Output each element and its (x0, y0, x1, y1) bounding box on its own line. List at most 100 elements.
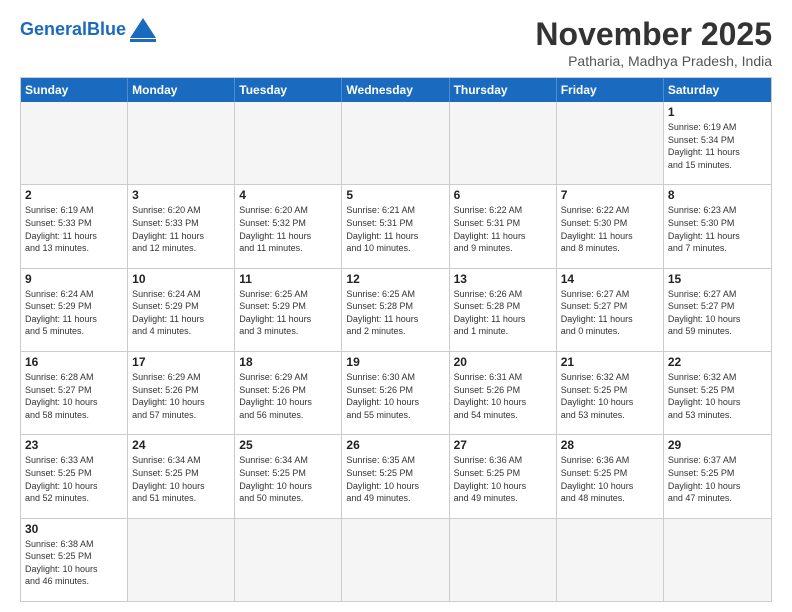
calendar-body: 1 Sunrise: 6:19 AM Sunset: 5:34 PM Daylig… (21, 102, 771, 601)
day-friday: Friday (557, 78, 664, 102)
date-number: 21 (561, 355, 659, 369)
calendar-cell: 10Sunrise: 6:24 AM Sunset: 5:29 PM Dayli… (128, 269, 235, 351)
date-number: 19 (346, 355, 444, 369)
day-sunday: Sunday (21, 78, 128, 102)
sun-info: Sunrise: 6:28 AM Sunset: 5:27 PM Dayligh… (25, 371, 123, 421)
calendar-cell: 12 Sunrise: 6:25 AM Sunset: 5:28 PM Dayli… (342, 269, 449, 351)
calendar-cell: 7 Sunrise: 6:22 AM Sunset: 5:30 PM Daylig… (557, 185, 664, 267)
calendar-cell: 17 Sunrise: 6:29 AM Sunset: 5:26 PM Dayli… (128, 352, 235, 434)
sun-info: Sunrise: 6:34 AM Sunset: 5:25 PM Dayligh… (239, 454, 337, 504)
sun-info: Sunrise: 6:34 AM Sunset: 5:25 PM Dayligh… (132, 454, 230, 504)
logo: GeneralBlue (20, 16, 158, 42)
calendar-cell: 30 Sunrise: 6:38 AM Sunset: 5:25 PM Dayli… (21, 519, 128, 601)
date-number: 12 (346, 272, 444, 286)
calendar-cell: 29Sunrise: 6:37 AM Sunset: 5:25 PM Dayli… (664, 435, 771, 517)
calendar-cell (664, 519, 771, 601)
logo-icon (128, 14, 158, 42)
title-section: November 2025 Patharia, Madhya Pradesh, … (535, 16, 772, 69)
sun-info: Sunrise: 6:22 AM Sunset: 5:30 PM Dayligh… (561, 204, 659, 254)
sun-info: Sunrise: 6:20 AM Sunset: 5:33 PM Dayligh… (132, 204, 230, 254)
date-number: 29 (668, 438, 767, 452)
calendar-cell (450, 102, 557, 184)
calendar-cell: 28 Sunrise: 6:36 AM Sunset: 5:25 PM Dayli… (557, 435, 664, 517)
date-number: 2 (25, 188, 123, 202)
calendar-row-5: 30 Sunrise: 6:38 AM Sunset: 5:25 PM Dayli… (21, 519, 771, 601)
date-number: 11 (239, 272, 337, 286)
calendar-cell: 27Sunrise: 6:36 AM Sunset: 5:25 PM Dayli… (450, 435, 557, 517)
date-number: 13 (454, 272, 552, 286)
date-number: 8 (668, 188, 767, 202)
calendar-cell: 11 Sunrise: 6:25 AM Sunset: 5:29 PM Dayli… (235, 269, 342, 351)
calendar: Sunday Monday Tuesday Wednesday Thursday… (20, 77, 772, 602)
calendar-cell: 21 Sunrise: 6:32 AM Sunset: 5:25 PM Dayli… (557, 352, 664, 434)
logo-text: GeneralBlue (20, 19, 126, 40)
date-number: 22 (668, 355, 767, 369)
sun-info: Sunrise: 6:23 AM Sunset: 5:30 PM Dayligh… (668, 204, 767, 254)
calendar-cell: 14Sunrise: 6:27 AM Sunset: 5:27 PM Dayli… (557, 269, 664, 351)
date-number: 5 (346, 188, 444, 202)
date-number: 23 (25, 438, 123, 452)
calendar-cell: 18 Sunrise: 6:29 AM Sunset: 5:26 PM Dayli… (235, 352, 342, 434)
calendar-cell (557, 519, 664, 601)
calendar-row-2: 9 Sunrise: 6:24 AM Sunset: 5:29 PM Daylig… (21, 269, 771, 352)
sun-info: Sunrise: 6:24 AM Sunset: 5:29 PM Dayligh… (25, 288, 123, 338)
calendar-cell: 23 Sunrise: 6:33 AM Sunset: 5:25 PM Dayli… (21, 435, 128, 517)
sun-info: Sunrise: 6:31 AM Sunset: 5:26 PM Dayligh… (454, 371, 552, 421)
date-number: 16 (25, 355, 123, 369)
calendar-cell: 25 Sunrise: 6:34 AM Sunset: 5:25 PM Dayli… (235, 435, 342, 517)
sun-info: Sunrise: 6:36 AM Sunset: 5:25 PM Dayligh… (561, 454, 659, 504)
sun-info: Sunrise: 6:32 AM Sunset: 5:25 PM Dayligh… (561, 371, 659, 421)
sun-info: Sunrise: 6:26 AM Sunset: 5:28 PM Dayligh… (454, 288, 552, 338)
date-number: 25 (239, 438, 337, 452)
sun-info: Sunrise: 6:19 AM Sunset: 5:33 PM Dayligh… (25, 204, 123, 254)
calendar-header: Sunday Monday Tuesday Wednesday Thursday… (21, 78, 771, 102)
calendar-cell: 24Sunrise: 6:34 AM Sunset: 5:25 PM Dayli… (128, 435, 235, 517)
day-wednesday: Wednesday (342, 78, 449, 102)
calendar-cell: 13 Sunrise: 6:26 AM Sunset: 5:28 PM Dayli… (450, 269, 557, 351)
sun-info: Sunrise: 6:29 AM Sunset: 5:26 PM Dayligh… (132, 371, 230, 421)
calendar-row-1: 2 Sunrise: 6:19 AM Sunset: 5:33 PM Daylig… (21, 185, 771, 268)
calendar-cell: 19Sunrise: 6:30 AM Sunset: 5:26 PM Dayli… (342, 352, 449, 434)
sun-info: Sunrise: 6:22 AM Sunset: 5:31 PM Dayligh… (454, 204, 552, 254)
sun-info: Sunrise: 6:29 AM Sunset: 5:26 PM Dayligh… (239, 371, 337, 421)
date-number: 7 (561, 188, 659, 202)
calendar-cell: 22 Sunrise: 6:32 AM Sunset: 5:25 PM Dayli… (664, 352, 771, 434)
sun-info: Sunrise: 6:33 AM Sunset: 5:25 PM Dayligh… (25, 454, 123, 504)
day-saturday: Saturday (664, 78, 771, 102)
date-number: 30 (25, 522, 123, 536)
sun-info: Sunrise: 6:25 AM Sunset: 5:28 PM Dayligh… (346, 288, 444, 338)
date-number: 18 (239, 355, 337, 369)
date-number: 6 (454, 188, 552, 202)
logo-blue: Blue (87, 19, 126, 39)
subtitle: Patharia, Madhya Pradesh, India (535, 53, 772, 69)
date-number: 28 (561, 438, 659, 452)
date-number: 15 (668, 272, 767, 286)
sun-info: Sunrise: 6:27 AM Sunset: 5:27 PM Dayligh… (668, 288, 767, 338)
calendar-cell: 20Sunrise: 6:31 AM Sunset: 5:26 PM Dayli… (450, 352, 557, 434)
sun-info: Sunrise: 6:36 AM Sunset: 5:25 PM Dayligh… (454, 454, 552, 504)
calendar-cell: 8 Sunrise: 6:23 AM Sunset: 5:30 PM Daylig… (664, 185, 771, 267)
sun-info: Sunrise: 6:19 AM Sunset: 5:34 PM Dayligh… (668, 121, 767, 171)
date-number: 17 (132, 355, 230, 369)
date-number: 26 (346, 438, 444, 452)
month-title: November 2025 (535, 16, 772, 53)
calendar-cell: 6 Sunrise: 6:22 AM Sunset: 5:31 PM Daylig… (450, 185, 557, 267)
sun-info: Sunrise: 6:27 AM Sunset: 5:27 PM Dayligh… (561, 288, 659, 338)
day-tuesday: Tuesday (235, 78, 342, 102)
calendar-cell (557, 102, 664, 184)
sun-info: Sunrise: 6:25 AM Sunset: 5:29 PM Dayligh… (239, 288, 337, 338)
calendar-cell (450, 519, 557, 601)
day-monday: Monday (128, 78, 235, 102)
date-number: 9 (25, 272, 123, 286)
sun-info: Sunrise: 6:38 AM Sunset: 5:25 PM Dayligh… (25, 538, 123, 588)
logo-general: General (20, 19, 87, 39)
calendar-cell: 5Sunrise: 6:21 AM Sunset: 5:31 PM Daylig… (342, 185, 449, 267)
page: GeneralBlue November 2025 Patharia, Madh… (0, 0, 792, 612)
calendar-cell: 4Sunrise: 6:20 AM Sunset: 5:32 PM Daylig… (235, 185, 342, 267)
calendar-cell (342, 519, 449, 601)
calendar-cell: 2 Sunrise: 6:19 AM Sunset: 5:33 PM Daylig… (21, 185, 128, 267)
date-number: 1 (668, 105, 767, 119)
sun-info: Sunrise: 6:32 AM Sunset: 5:25 PM Dayligh… (668, 371, 767, 421)
calendar-cell (342, 102, 449, 184)
calendar-cell: 9 Sunrise: 6:24 AM Sunset: 5:29 PM Daylig… (21, 269, 128, 351)
